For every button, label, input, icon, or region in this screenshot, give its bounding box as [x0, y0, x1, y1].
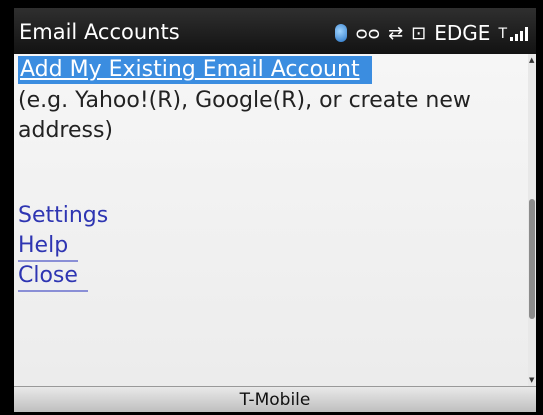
status-icons: ᴑᴑ ⇄ ⊡ EDGE T	[335, 18, 528, 48]
signal-strength-icon: T	[498, 25, 528, 41]
scrollbar[interactable]: ▲ ▼	[528, 54, 536, 386]
help-link[interactable]: Help	[18, 232, 79, 262]
device-screen: Email Accounts ᴑᴑ ⇄ ⊡ EDGE T Add My Exis…	[0, 0, 543, 415]
scroll-down-arrow-icon[interactable]: ▼	[529, 376, 534, 384]
status-bar: Email Accounts ᴑᴑ ⇄ ⊡ EDGE T	[14, 8, 536, 54]
carrier-name: T-Mobile	[239, 390, 311, 410]
options-list: Add My Existing Email Account (e.g. Yaho…	[14, 54, 528, 386]
right-bezel	[536, 0, 543, 415]
bluetooth-icon	[335, 24, 348, 42]
carrier-bar: T-Mobile	[14, 386, 536, 413]
network-type-label: EDGE	[434, 21, 491, 45]
left-bezel	[0, 0, 14, 415]
unlock-icon: ⊡	[411, 22, 427, 44]
data-connection-icon: ⇄	[388, 22, 404, 44]
scroll-up-arrow-icon[interactable]: ▲	[529, 56, 534, 64]
close-link[interactable]: Close	[18, 262, 88, 292]
top-bezel	[0, 0, 543, 8]
add-existing-account-item[interactable]: Add My Existing Email Account	[18, 56, 372, 84]
app-title: Email Accounts	[19, 20, 180, 44]
scrollbar-thumb[interactable]	[529, 199, 535, 319]
add-account-description: (e.g. Yahoo!(R), Google(R), or create ne…	[18, 88, 471, 143]
settings-link[interactable]: Settings	[18, 202, 108, 230]
voicemail-icon: ᴑᴑ	[355, 22, 381, 44]
